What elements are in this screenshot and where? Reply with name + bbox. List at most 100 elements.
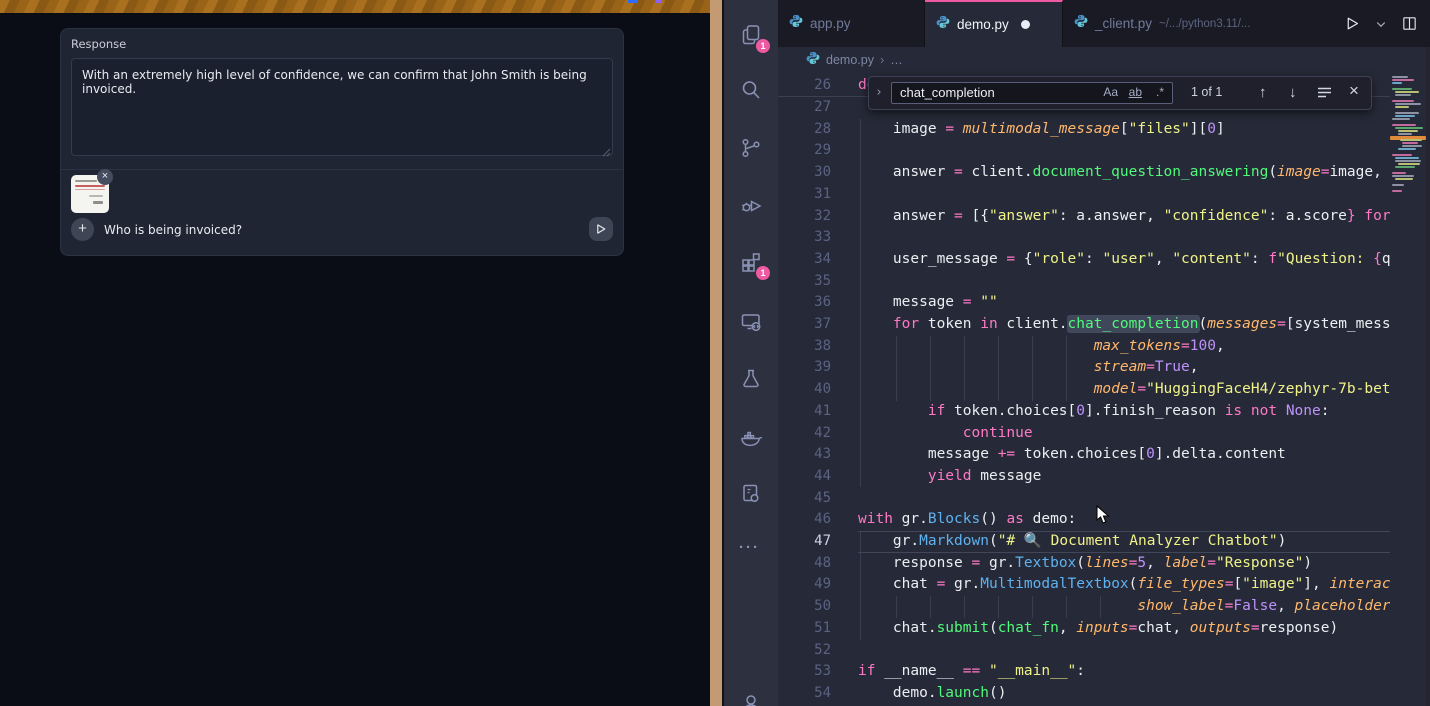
code-line-text: chat = gr.MultimodalTextbox(file_types=[… bbox=[858, 576, 1390, 592]
code-line-text: max_tokens=100, bbox=[858, 338, 1225, 354]
send-triangle-icon bbox=[594, 222, 608, 236]
minimap-line bbox=[1392, 190, 1402, 192]
screenshot-root: Response With an extremely high level of… bbox=[0, 0, 1430, 706]
activity-explorer-icon[interactable]: 1 bbox=[739, 23, 763, 47]
line-number: 29 bbox=[778, 140, 858, 162]
minimap-line bbox=[1398, 130, 1418, 132]
code-line: 30 answer = client.document_question_ans… bbox=[778, 162, 1390, 184]
activity-more-icon[interactable]: ··· bbox=[739, 539, 763, 563]
code-line-text: chat.submit(chat_fn, inputs=chat, output… bbox=[858, 620, 1338, 636]
find-widget: › chat_completion Aa ab .* 1 of 1 ↑ ↓ × bbox=[868, 76, 1372, 110]
activity-badge: 1 bbox=[756, 39, 770, 53]
line-number: 51 bbox=[778, 618, 858, 640]
activity-remote-explorer-icon[interactable] bbox=[739, 310, 763, 334]
code-line-text: for token in client.chat_completion(mess… bbox=[858, 316, 1390, 332]
code-line: 48 response = gr.Textbox(lines=5, label=… bbox=[778, 553, 1390, 575]
toggle-replace-chevron[interactable]: › bbox=[875, 85, 883, 100]
activity-badge: 1 bbox=[756, 266, 770, 280]
close-find-button[interactable]: × bbox=[1349, 81, 1359, 101]
line-number: 33 bbox=[778, 227, 858, 249]
minimap-line bbox=[1402, 145, 1422, 147]
code-line: 35 bbox=[778, 271, 1390, 293]
minimap-line bbox=[1392, 88, 1412, 90]
activity-task-settings-icon[interactable] bbox=[739, 482, 763, 506]
minimap-line bbox=[1395, 94, 1411, 96]
activity-docker-icon[interactable] bbox=[739, 425, 763, 449]
minimap-line bbox=[1392, 76, 1408, 78]
send-button[interactable] bbox=[589, 217, 613, 241]
minimap[interactable] bbox=[1390, 70, 1426, 330]
code-line-text: stream=True, bbox=[858, 359, 1198, 375]
line-number: 36 bbox=[778, 292, 858, 314]
code-line: 54 demo.launch() bbox=[778, 683, 1390, 705]
code-line: 34 user_message = {"role": "user", "cont… bbox=[778, 249, 1390, 271]
code-line: 33 bbox=[778, 227, 1390, 249]
find-input-value: chat_completion bbox=[900, 85, 995, 100]
code-line-text: message += token.choices[0].delta.conten… bbox=[858, 446, 1286, 462]
code-line-text: show_label=False, placeholder= bbox=[858, 598, 1390, 614]
code-line: 46with gr.Blocks() as demo: bbox=[778, 509, 1390, 531]
regex-toggle[interactable]: .* bbox=[1156, 85, 1164, 99]
line-number: 43 bbox=[778, 444, 858, 466]
next-match-button[interactable]: ↓ bbox=[1289, 84, 1297, 101]
line-number: 46 bbox=[778, 509, 858, 531]
line-number: 41 bbox=[778, 401, 858, 423]
whole-word-toggle[interactable]: ab bbox=[1129, 85, 1142, 99]
minimap-line bbox=[1395, 91, 1419, 93]
code-line: 28 image = multimodal_message["files"][0… bbox=[778, 119, 1390, 141]
activity-test-beaker-icon[interactable] bbox=[739, 367, 763, 391]
minimap-line bbox=[1398, 133, 1412, 135]
match-case-toggle[interactable]: Aa bbox=[1103, 85, 1118, 99]
line-number: 27 bbox=[778, 97, 858, 119]
minimap-line bbox=[1395, 106, 1409, 108]
composer-input[interactable]: Who is being invoiced? bbox=[104, 223, 242, 237]
remove-attachment-button[interactable]: × bbox=[97, 169, 113, 185]
response-textbox[interactable]: With an extremely high level of confiden… bbox=[71, 58, 613, 156]
code-line: 32 answer = [{"answer": a.answer, "confi… bbox=[778, 206, 1390, 228]
mouse-cursor bbox=[1096, 505, 1112, 525]
add-file-button[interactable]: + bbox=[71, 218, 94, 241]
top-bar-accent-dot bbox=[628, 0, 638, 3]
line-number: 38 bbox=[778, 336, 858, 358]
code-line: 50 show_label=False, placeholder= bbox=[778, 596, 1390, 618]
code-line: 47 gr.Markdown("# 🔍 Document Analyzer Ch… bbox=[778, 531, 1390, 553]
minimap-line bbox=[1398, 163, 1420, 165]
find-in-selection-button[interactable] bbox=[1317, 86, 1332, 103]
minimap-line bbox=[1392, 82, 1402, 84]
line-number: 34 bbox=[778, 249, 858, 271]
resize-grip-icon[interactable] bbox=[602, 148, 611, 157]
code-line-text: image = multimodal_message["files"][0] bbox=[858, 121, 1225, 137]
line-number: 39 bbox=[778, 357, 858, 379]
line-number: 40 bbox=[778, 379, 858, 401]
minimap-line bbox=[1395, 178, 1413, 180]
minimap-line bbox=[1392, 118, 1410, 120]
activity-source-control-icon[interactable] bbox=[739, 136, 763, 160]
pane-divider[interactable] bbox=[710, 0, 722, 706]
code-line: 36 message = "" bbox=[778, 292, 1390, 314]
minimap-line bbox=[1392, 184, 1404, 186]
activity-search-icon[interactable] bbox=[739, 78, 763, 102]
top-bar-accent-dot bbox=[656, 0, 661, 3]
code-line-text: model="HuggingFaceH4/zephyr-7b-beta bbox=[858, 381, 1390, 397]
editor-scrollbar[interactable] bbox=[1426, 47, 1430, 706]
response-panel: Response With an extremely high level of… bbox=[60, 28, 624, 256]
activity-extensions-icon[interactable]: 1 bbox=[739, 250, 763, 274]
minimap-line bbox=[1395, 112, 1419, 114]
activity-account-icon[interactable] bbox=[739, 692, 763, 706]
find-input[interactable]: chat_completion Aa ab .* bbox=[891, 82, 1173, 104]
find-results-count: 1 of 1 bbox=[1191, 85, 1222, 99]
split-editor-button[interactable] bbox=[1401, 15, 1418, 32]
code-line: 39 stream=True, bbox=[778, 357, 1390, 379]
previous-match-button[interactable]: ↑ bbox=[1259, 84, 1267, 101]
activity-bar: 11··· bbox=[724, 0, 778, 706]
line-number: 42 bbox=[778, 423, 858, 445]
line-number: 52 bbox=[778, 640, 858, 662]
minimap-line bbox=[1392, 79, 1414, 81]
activity-run-debug-icon[interactable] bbox=[739, 193, 763, 217]
code-line: 52 bbox=[778, 640, 1390, 662]
minimap-line bbox=[1395, 103, 1421, 105]
minimap-line bbox=[1395, 160, 1421, 162]
code-line-text: with gr.Blocks() as demo: bbox=[858, 511, 1076, 527]
code-line: 37 for token in client.chat_completion(m… bbox=[778, 314, 1390, 336]
line-number: 53 bbox=[778, 661, 858, 683]
